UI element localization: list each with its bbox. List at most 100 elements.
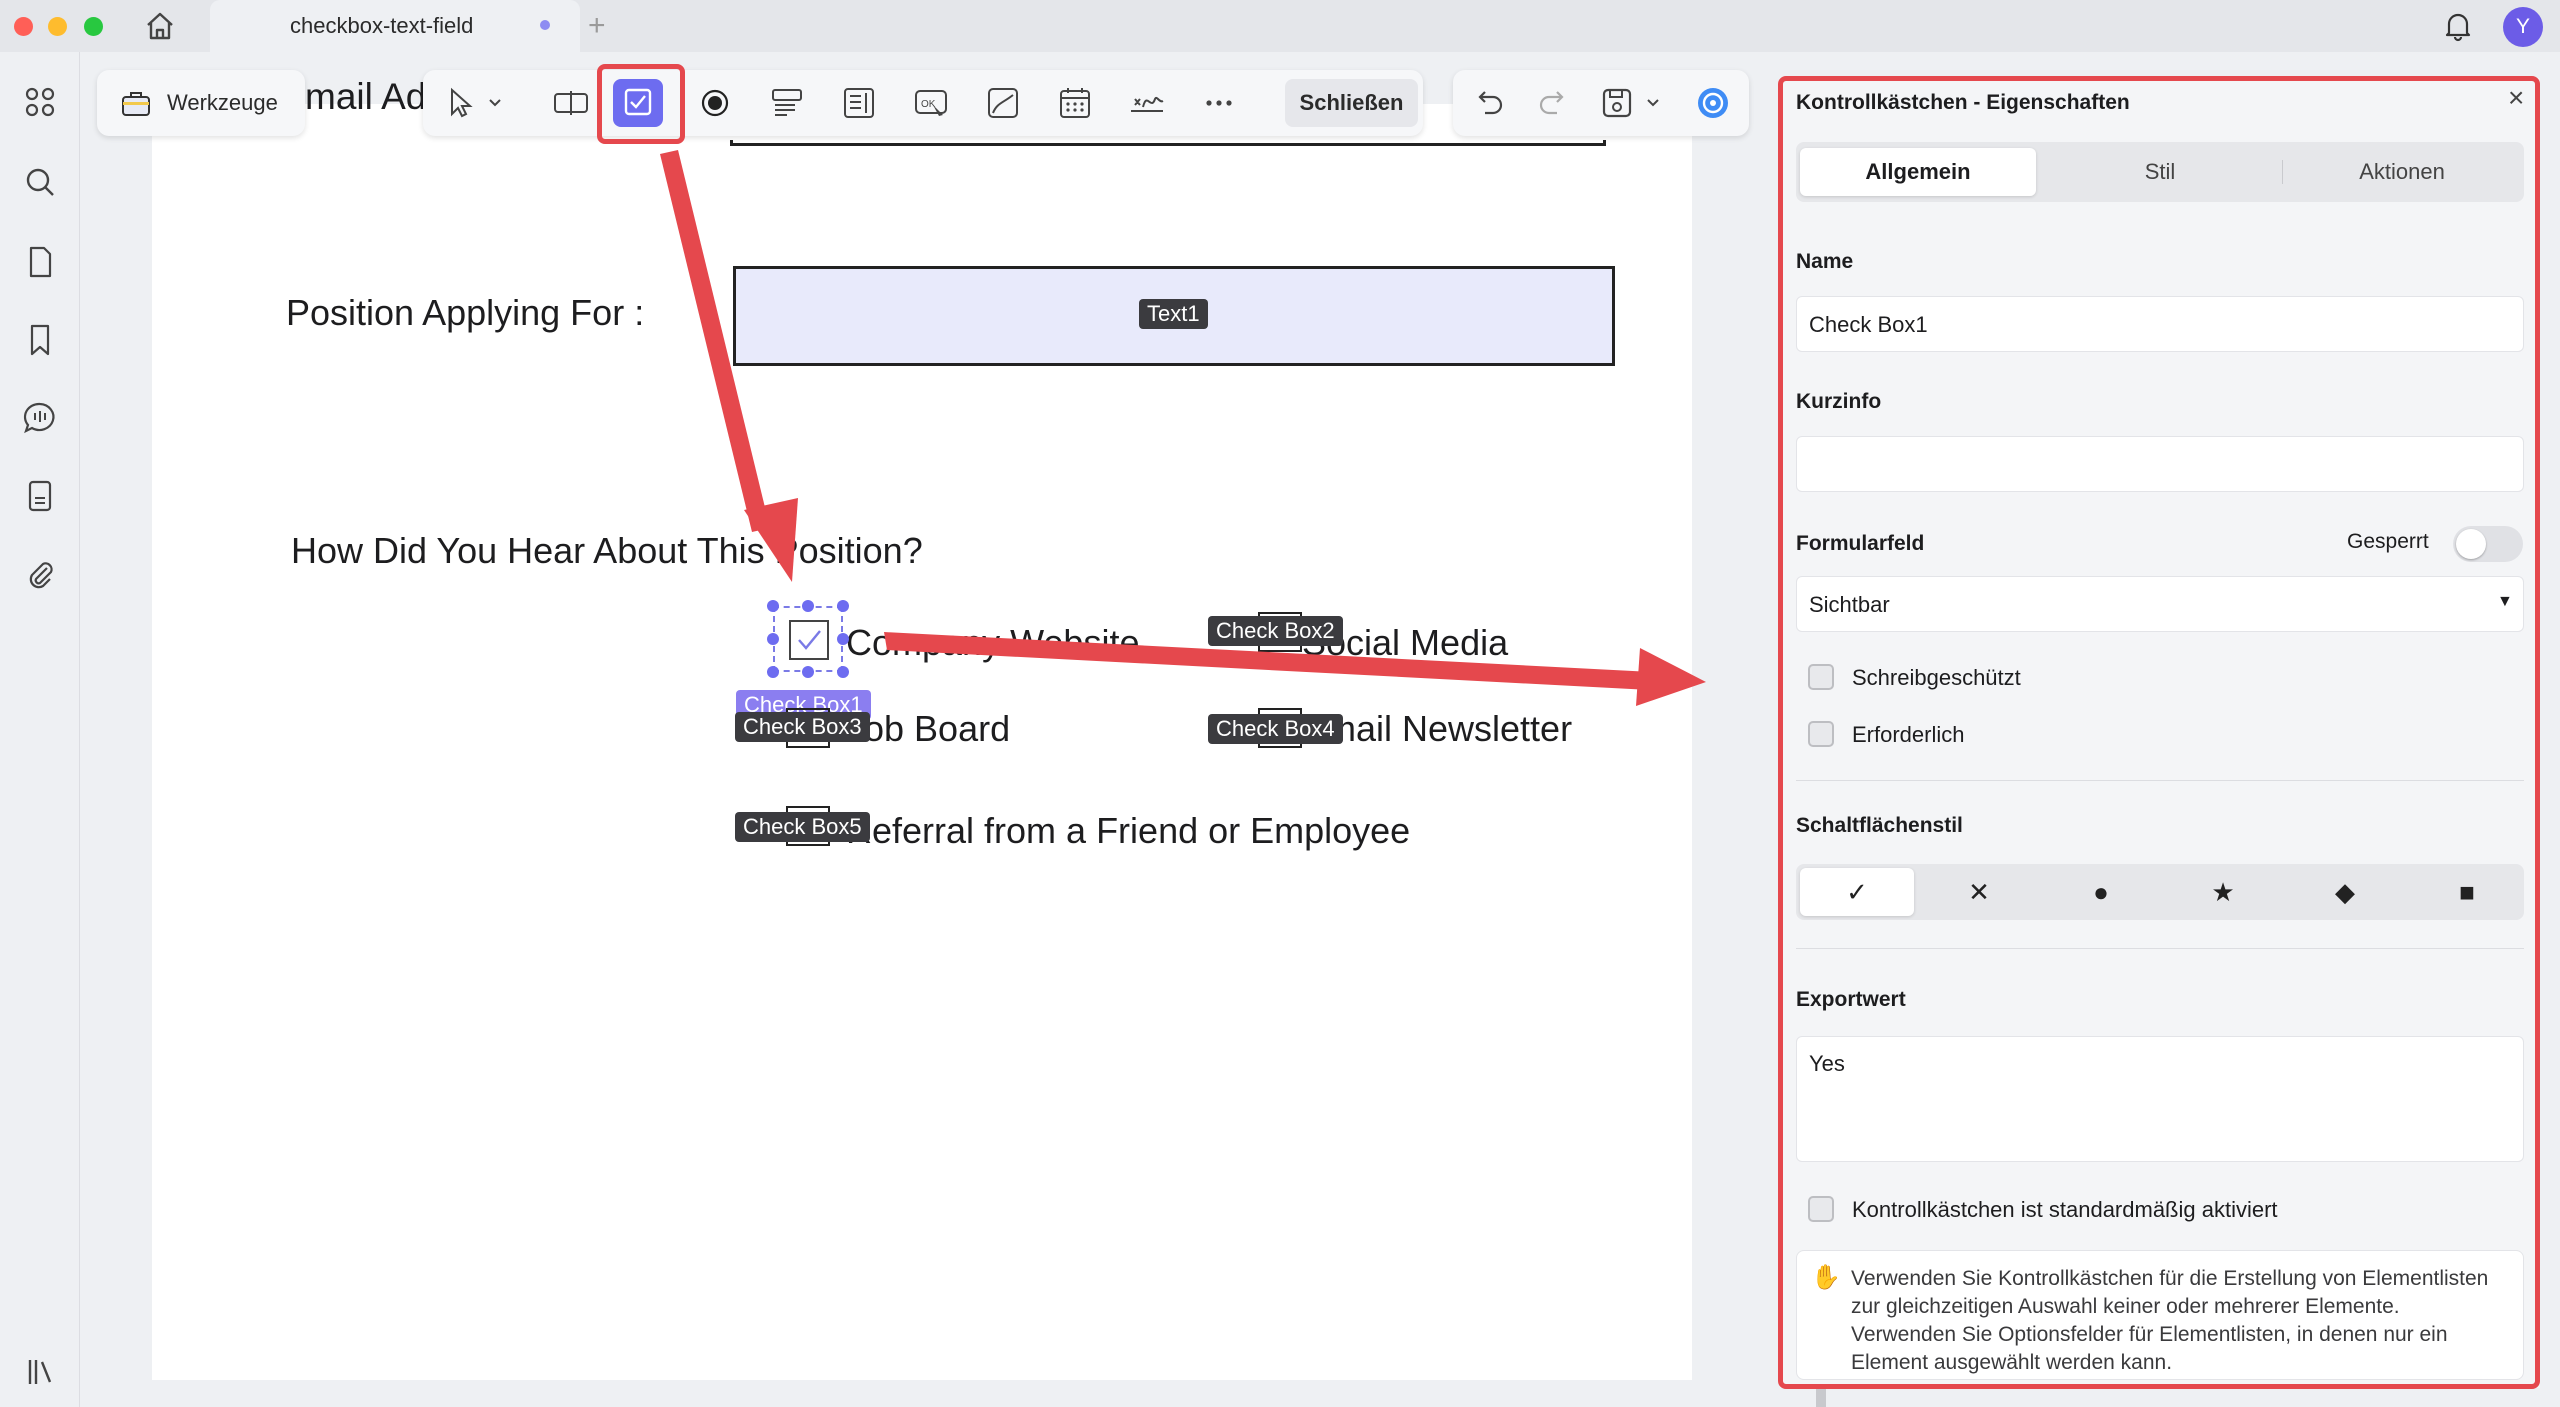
tools-button[interactable]: Werkzeuge [97,70,305,136]
resize-handle[interactable] [837,666,849,678]
close-icon[interactable]: × [2508,82,2524,114]
undo-icon[interactable] [1467,81,1511,125]
required-checkbox[interactable] [1808,721,1834,747]
resize-handle[interactable] [767,600,779,612]
select-pointer-icon[interactable] [439,81,483,125]
text-field-text1[interactable]: Text1 [733,266,1615,366]
svg-text:OK: OK [921,99,936,110]
save-icon[interactable] [1595,81,1639,125]
style-square-button[interactable]: ■ [2410,868,2524,916]
checkbox-tag-3: Check Box3 [735,712,870,742]
redo-icon[interactable] [1531,81,1575,125]
divider [1796,948,2524,949]
tools-label: Werkzeuge [167,90,278,115]
tooltip-label: Kurzinfo [1796,390,1882,413]
text-field-tool-icon[interactable] [549,81,593,125]
new-tab-button[interactable]: + [588,8,606,44]
pages-icon[interactable] [20,242,60,282]
ai-assistant-icon[interactable] [1691,81,1735,125]
checkbox-tag-2: Check Box2 [1208,616,1343,646]
image-field-tool-icon[interactable] [981,81,1025,125]
document-tab[interactable]: checkbox-text-field [210,0,580,52]
question-label: How Did You Hear About This Position? [291,530,923,571]
search-icon[interactable] [20,162,60,202]
panel-title: Kontrollkästchen - Eigenschaften [1796,91,2130,114]
tab-separator [2282,160,2283,184]
checkmark-icon [798,630,821,650]
tab-stil[interactable]: Stil [2042,148,2278,196]
button-tool-icon[interactable]: OK [909,81,953,125]
close-form-edit-button[interactable]: Schließen [1285,79,1418,127]
email-label-partial: mail Ad [305,76,425,117]
position-label: Position Applying For : [286,292,645,333]
button-style-selector: ✓ ✕ ● ★ ◆ ■ [1796,864,2524,920]
text-field-tag: Text1 [1139,299,1208,329]
document-icon[interactable] [20,476,60,516]
tooltip-field[interactable] [1796,436,2524,492]
checkbox-field-1[interactable] [789,620,829,660]
default-checked-checkbox[interactable] [1808,1196,1834,1222]
toolbox-icon [119,86,153,120]
export-value-field[interactable]: Yes [1796,1036,2524,1162]
history-toolbar [1453,70,1749,136]
export-value-label: Exportwert [1796,988,1906,1011]
panel-tabs: Allgemein Stil Aktionen [1796,142,2524,202]
list-box-tool-icon[interactable] [837,81,881,125]
name-field[interactable]: Check Box1 [1796,296,2524,352]
checkbox-tag-4: Check Box4 [1208,714,1343,744]
visibility-value: Sichtbar [1809,592,1890,617]
avatar[interactable]: Y [2503,7,2543,47]
minimize-window-button[interactable] [48,17,67,36]
bell-icon[interactable] [2440,8,2476,44]
style-star-button[interactable]: ★ [2166,868,2280,916]
formfield-label: Formularfeld [1796,532,1925,555]
sidebar-toggle-icon[interactable] [20,1352,60,1392]
visibility-select[interactable]: Sichtbar ▼ [1796,576,2524,632]
resize-handle[interactable] [802,600,814,612]
chevron-down-icon[interactable] [1643,81,1663,125]
locked-label: Gesperrt [2347,530,2429,553]
combo-box-tool-icon[interactable] [765,81,809,125]
radio-button-tool-icon[interactable] [693,81,737,125]
info-text: Verwenden Sie Kontrollkästchen für die E… [1851,1267,2489,1374]
more-icon[interactable] [1197,81,1241,125]
checkbox-tool-highlight [597,64,685,144]
readonly-checkbox[interactable] [1808,664,1834,690]
resize-handle[interactable] [837,633,849,645]
zoom-window-button[interactable] [84,17,103,36]
toggle-knob [2456,529,2486,559]
resize-handle[interactable] [767,666,779,678]
info-box: ✋ Verwenden Sie Kontrollkästchen für die… [1796,1250,2524,1380]
bookmark-icon[interactable] [20,320,60,360]
hand-wave-icon: ✋ [1811,1264,1841,1291]
signature-tool-icon[interactable] [1125,81,1169,125]
readonly-label: Schreibgeschützt [1852,665,2021,690]
attachment-icon[interactable] [20,554,60,594]
home-icon[interactable] [140,8,180,44]
locked-toggle[interactable] [2453,526,2523,562]
style-check-button[interactable]: ✓ [1800,868,1914,916]
tab-aktionen[interactable]: Aktionen [2284,148,2520,196]
required-label: Erforderlich [1852,722,1965,747]
checkbox-properties-panel: Kontrollkästchen - Eigenschaften × Allge… [1780,78,2540,1388]
checkbox-tag-5: Check Box5 [735,812,870,842]
resize-handle[interactable] [837,600,849,612]
grid-apps-icon[interactable] [20,82,60,122]
resize-handle[interactable] [767,633,779,645]
style-circle-button[interactable]: ● [2044,868,2158,916]
title-bar: checkbox-text-field + Y [0,0,2560,52]
name-label: Name [1796,250,1854,273]
option-company-website: Company Website [846,622,1140,663]
style-diamond-button[interactable]: ◆ [2288,868,2402,916]
caret-down-icon: ▼ [2497,593,2513,610]
resize-handle[interactable] [802,666,814,678]
chevron-down-icon[interactable] [485,81,505,125]
unsaved-dot-icon [540,20,550,30]
tab-allgemein[interactable]: Allgemein [1800,148,2036,196]
document-tab-title: checkbox-text-field [290,13,474,38]
form-toolbar: OK Schließen [423,70,1423,136]
style-cross-button[interactable]: ✕ [1922,868,2036,916]
date-field-tool-icon[interactable] [1053,81,1097,125]
comments-icon[interactable] [20,398,60,438]
close-window-button[interactable] [14,17,33,36]
